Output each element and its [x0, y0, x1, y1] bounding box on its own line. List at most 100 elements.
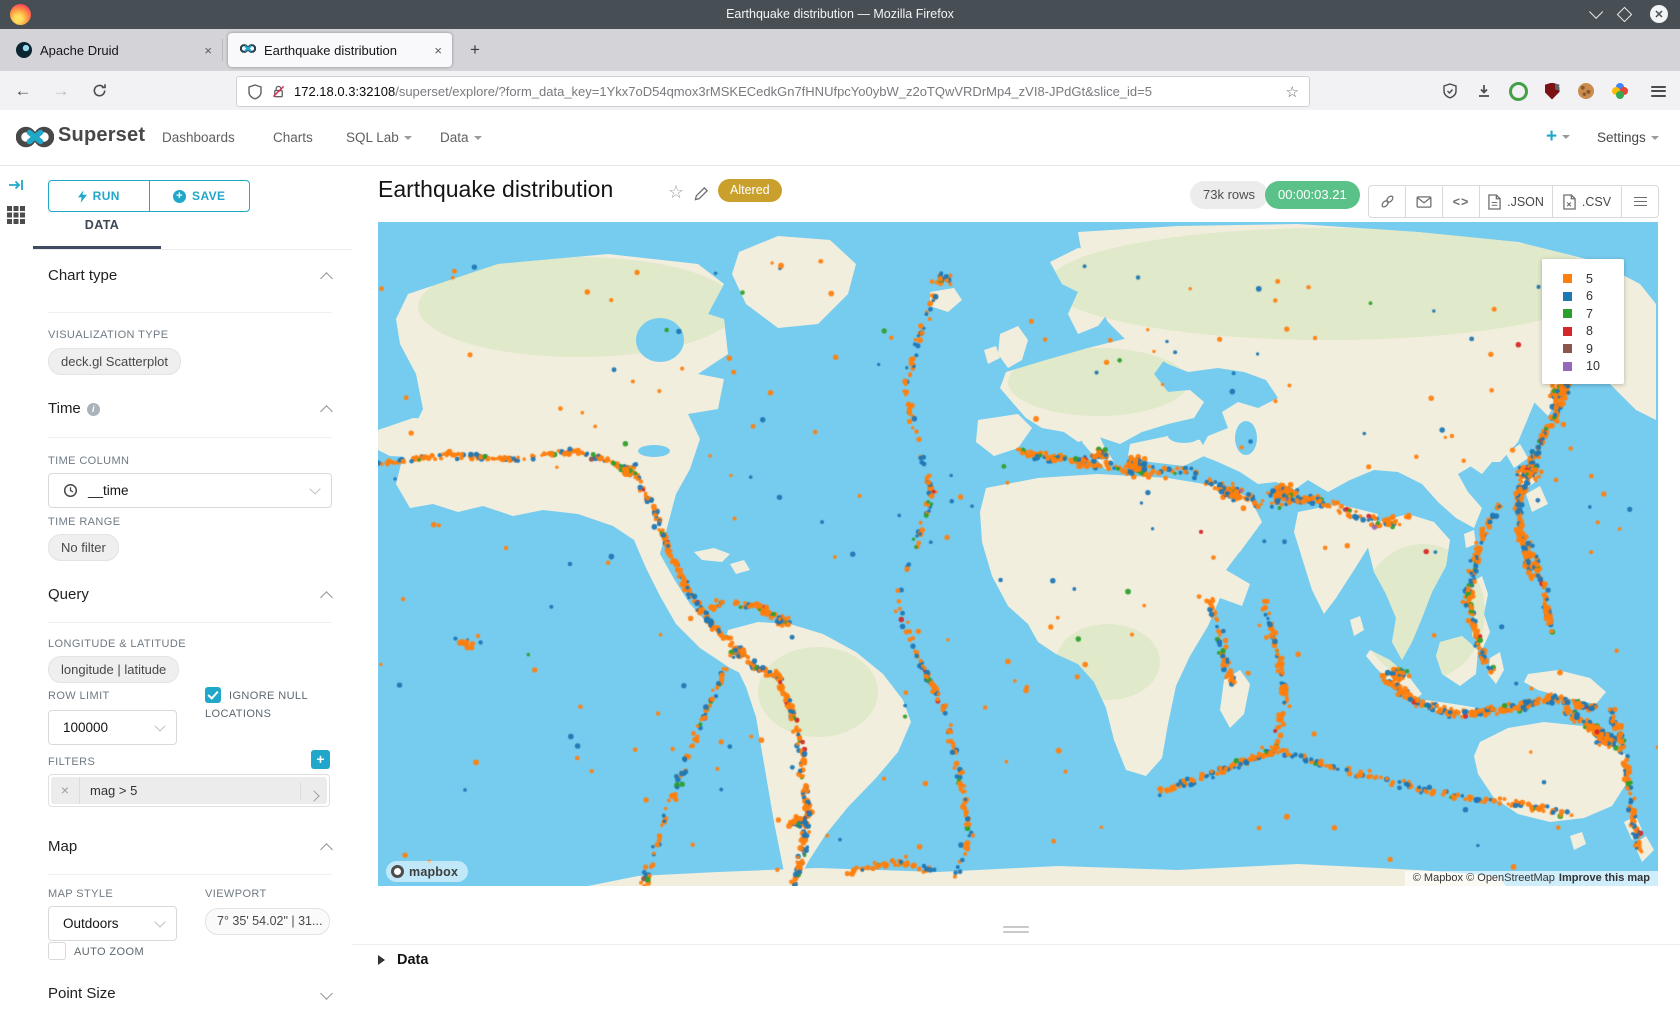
magnitude-legend: 5 6 7 8 9 10: [1542, 259, 1624, 384]
tab-label: Apache Druid: [40, 43, 194, 58]
auto-zoom-checkbox[interactable]: [48, 942, 66, 960]
tab-earthquake-distribution[interactable]: Earthquake distribution ×: [228, 33, 452, 67]
legend-item: 6: [1542, 288, 1624, 306]
bookmark-star-icon[interactable]: ☆: [1276, 83, 1309, 101]
remove-filter-icon[interactable]: ×: [51, 777, 80, 804]
divider: [32, 249, 352, 250]
download-icon[interactable]: [1471, 78, 1497, 104]
tab-data[interactable]: DATA: [32, 218, 172, 232]
window-minimize-icon[interactable]: [1589, 5, 1603, 19]
edit-pencil-icon[interactable]: [694, 186, 709, 201]
tab-label: Earthquake distribution: [264, 43, 424, 58]
section-chart-type[interactable]: Chart type: [48, 267, 117, 284]
url-bar[interactable]: 172.18.0.3:32108 /superset/explore/?form…: [236, 76, 1310, 107]
insecure-lock-icon[interactable]: [271, 84, 294, 99]
divider: [48, 622, 332, 623]
chevron-up-icon[interactable]: [320, 272, 333, 285]
embed-code-button[interactable]: <>: [1442, 186, 1479, 217]
legend-swatch: [1563, 274, 1572, 283]
save-button[interactable]: + SAVE: [149, 181, 250, 211]
bolt-icon: [78, 190, 87, 203]
ublock-shield-icon[interactable]: 2: [1539, 78, 1565, 104]
run-button[interactable]: RUN: [49, 181, 149, 211]
tab-close-icon[interactable]: ×: [204, 43, 212, 58]
time-column-value: __time: [88, 483, 129, 498]
nav-settings[interactable]: Settings: [1597, 110, 1659, 165]
filter-expression: mag > 5: [80, 783, 300, 798]
chevron-down-icon[interactable]: [320, 987, 333, 1000]
dataset-rail: [0, 166, 33, 1012]
expand-panel-icon[interactable]: [8, 178, 24, 192]
deckgl-map[interactable]: 5 6 7 8 9 10 mapbox © Mapbox © OpenStree…: [378, 222, 1658, 886]
new-item-button[interactable]: +: [1546, 110, 1570, 165]
improve-map-link[interactable]: Improve this map: [1559, 872, 1650, 884]
nav-sql-lab[interactable]: SQL Lab: [346, 110, 412, 165]
window-titlebar: Earthquake distribution — Mozilla Firefo…: [0, 0, 1680, 29]
extension-green-icon[interactable]: [1505, 78, 1531, 104]
row-limit-select[interactable]: 100000: [48, 710, 177, 745]
new-tab-button[interactable]: +: [462, 37, 488, 63]
window-maximize-icon[interactable]: [1617, 6, 1633, 22]
section-query[interactable]: Query: [48, 586, 89, 603]
chevron-down-icon: [1562, 135, 1570, 139]
tab-apache-druid[interactable]: Apache Druid ×: [4, 29, 222, 71]
cookie-extension-icon[interactable]: [1573, 78, 1599, 104]
time-range-value[interactable]: No filter: [48, 534, 119, 561]
row-count-badge: 73k rows: [1190, 181, 1268, 209]
legend-swatch: [1563, 344, 1572, 353]
section-time[interactable]: Timei: [48, 400, 100, 417]
section-map[interactable]: Map: [48, 838, 77, 855]
envelope-icon: [1416, 196, 1432, 208]
add-filter-button[interactable]: +: [311, 750, 330, 769]
lonlat-value[interactable]: longitude | latitude: [48, 656, 179, 683]
query-timer-badge: 00:00:03.21: [1265, 181, 1360, 209]
chevron-right-icon: [378, 955, 385, 965]
viz-type-value[interactable]: deck.gl Scatterplot: [48, 348, 181, 375]
menu-icon: [1634, 194, 1647, 208]
forward-button[interactable]: →: [48, 78, 74, 104]
mapbox-logo[interactable]: mapbox: [386, 861, 468, 882]
time-range-label: TIME RANGE: [48, 516, 120, 528]
export-toolbar: <> .JSON .CSV: [1368, 185, 1659, 218]
more-menu-button[interactable]: [1621, 186, 1658, 217]
chevron-up-icon[interactable]: [320, 843, 333, 856]
export-json-button[interactable]: .JSON: [1479, 186, 1552, 217]
reload-button[interactable]: [86, 78, 112, 104]
divider: [48, 312, 332, 313]
viewport-label: VIEWPORT: [205, 888, 267, 900]
chevron-down-icon: [1651, 136, 1659, 140]
extension-badge: 2: [1555, 79, 1566, 90]
superset-favicon-icon: [240, 42, 256, 58]
export-csv-button[interactable]: .CSV: [1552, 186, 1621, 217]
protections-shield-icon[interactable]: [1437, 78, 1463, 104]
map-style-select[interactable]: Outdoors: [48, 906, 177, 941]
dataset-grid-icon[interactable]: [7, 206, 25, 224]
data-panel-toggle[interactable]: Data: [378, 952, 428, 968]
ignore-null-checkbox[interactable]: [205, 687, 221, 703]
chevron-up-icon[interactable]: [320, 405, 333, 418]
share-link-button[interactable]: [1369, 186, 1405, 217]
tab-close-icon[interactable]: ×: [434, 43, 442, 58]
tracking-shield-icon[interactable]: [237, 84, 271, 100]
favorite-star-icon[interactable]: ☆: [668, 182, 684, 203]
superset-logo-icon[interactable]: [16, 124, 54, 150]
filter-item[interactable]: × mag > 5: [51, 777, 327, 804]
section-point-size[interactable]: Point Size: [48, 985, 116, 1002]
nav-charts[interactable]: Charts: [273, 110, 313, 165]
email-button[interactable]: [1405, 186, 1442, 217]
time-column-select[interactable]: __time: [48, 473, 332, 508]
chevron-down-icon: [404, 136, 412, 140]
menu-hamburger-icon[interactable]: [1645, 78, 1671, 104]
back-button[interactable]: ←: [10, 78, 36, 104]
chevron-up-icon[interactable]: [320, 591, 333, 604]
viz-type-label: VISUALIZATION TYPE: [48, 329, 169, 341]
browser-toolbar: ← → 172.18.0.3:32108 /superset/explore/?…: [0, 71, 1680, 111]
chevron-right-icon[interactable]: [300, 782, 327, 800]
viewport-value[interactable]: 7° 35' 54.02" | 31...: [205, 908, 330, 935]
window-close-button[interactable]: ✕: [1650, 5, 1668, 23]
nav-dashboards[interactable]: Dashboards: [162, 110, 235, 165]
container-pinwheel-icon[interactable]: [1607, 78, 1633, 104]
nav-data[interactable]: Data: [440, 110, 482, 165]
resize-grip[interactable]: [1003, 926, 1029, 936]
brand-name[interactable]: Superset: [58, 124, 145, 147]
